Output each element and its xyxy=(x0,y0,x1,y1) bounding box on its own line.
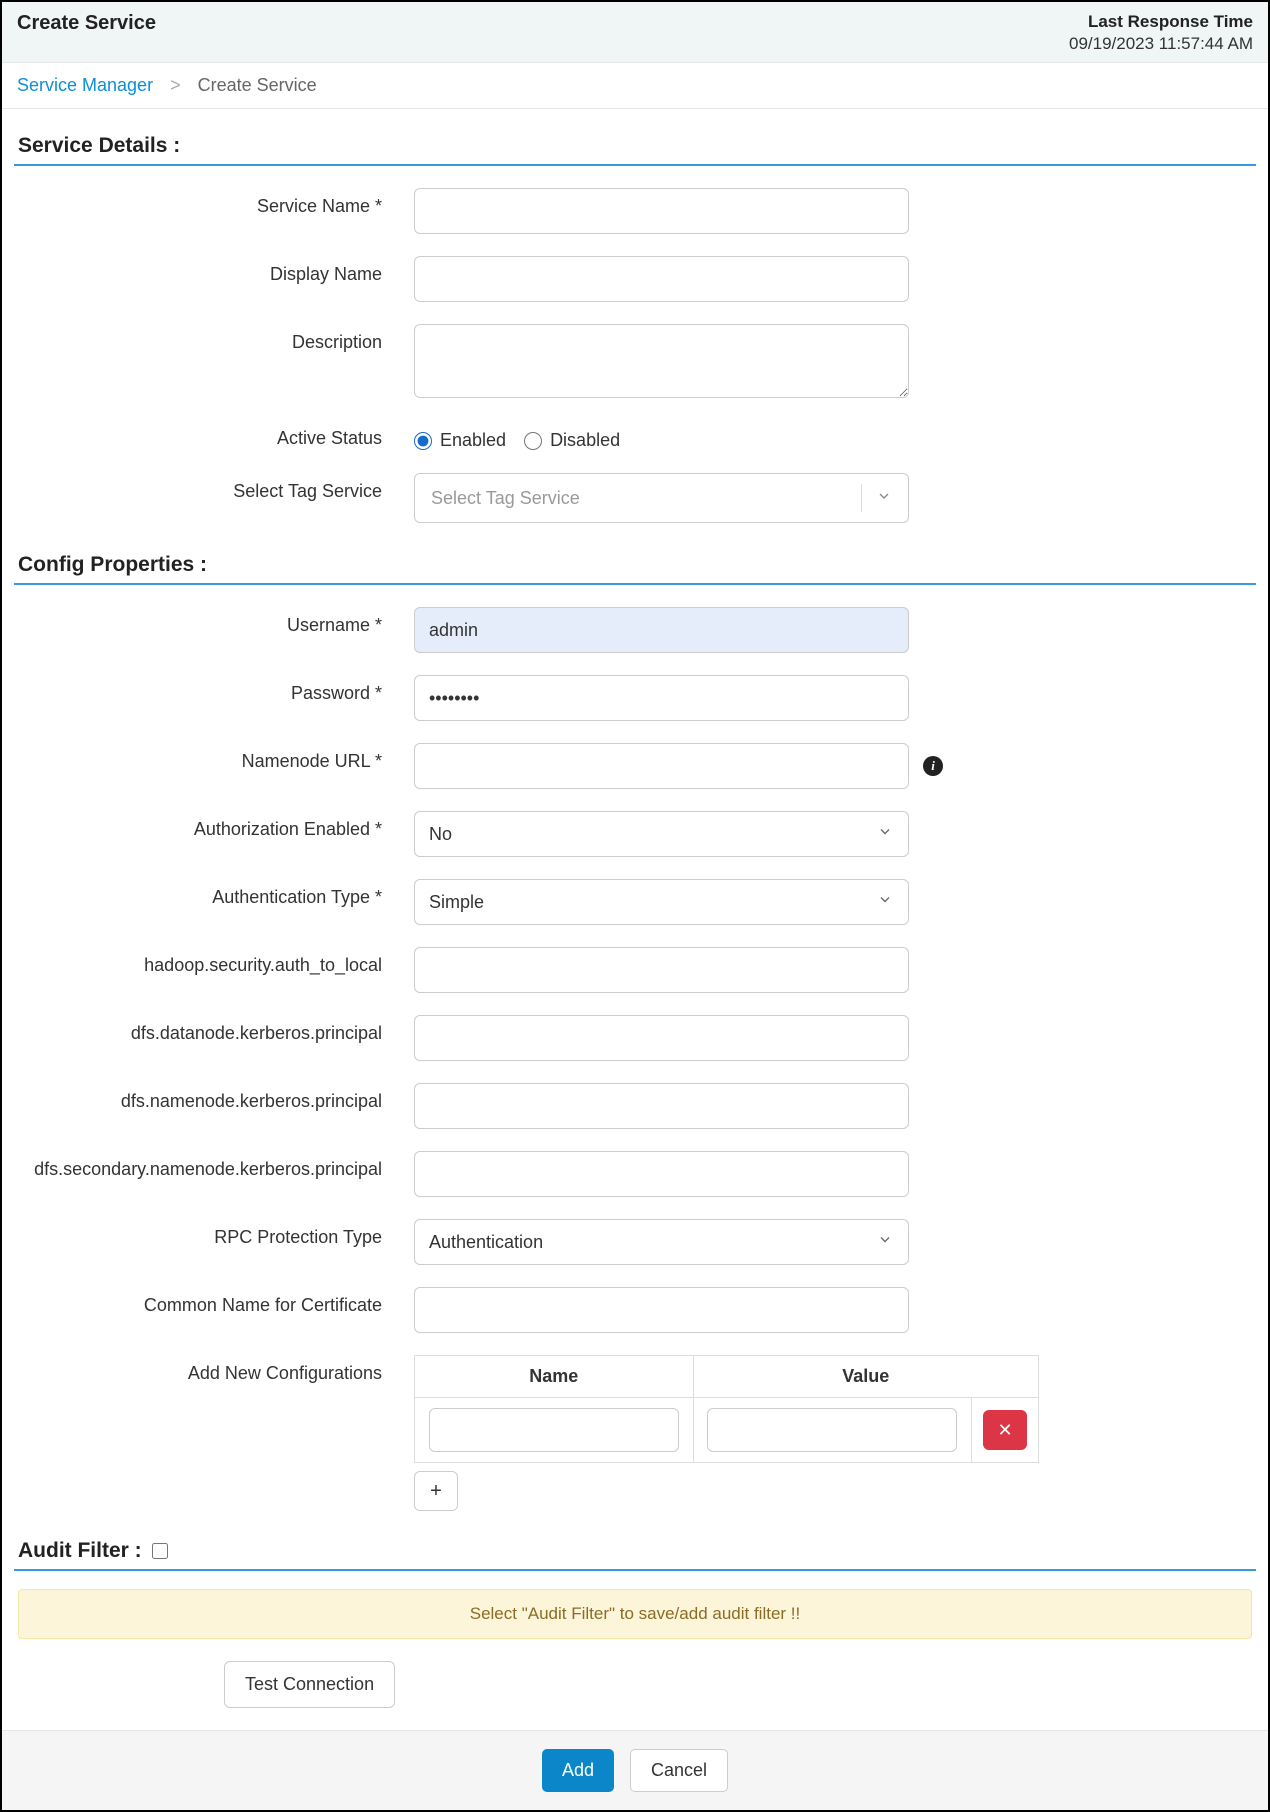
add-button[interactable]: Add xyxy=(542,1749,614,1792)
dfs-secondary-namenode-kerberos-label: dfs.secondary.namenode.kerberos.principa… xyxy=(14,1151,414,1180)
display-name-input[interactable] xyxy=(414,256,909,302)
authorization-enabled-select[interactable]: No xyxy=(414,811,909,857)
password-label: Password * xyxy=(14,675,414,704)
page-title: Create Service xyxy=(17,12,156,35)
test-connection-button[interactable]: Test Connection xyxy=(224,1661,395,1708)
description-textarea[interactable] xyxy=(414,324,909,398)
last-response-label: Last Response Time xyxy=(1069,12,1253,32)
username-input[interactable] xyxy=(414,607,909,653)
hadoop-auth-to-local-label: hadoop.security.auth_to_local xyxy=(14,947,414,976)
close-icon: ✕ xyxy=(998,1420,1013,1440)
section-config-properties: Config Properties : xyxy=(14,553,1256,585)
table-header-value: Value xyxy=(693,1356,1038,1398)
section-service-details: Service Details : xyxy=(14,134,1256,166)
chevron-right-icon: > xyxy=(170,75,181,95)
namenode-url-input[interactable] xyxy=(414,743,909,789)
chevron-down-icon xyxy=(876,488,892,509)
add-new-configs-label: Add New Configurations xyxy=(14,1355,414,1384)
description-label: Description xyxy=(14,324,414,353)
audit-filter-checkbox[interactable] xyxy=(152,1543,168,1559)
active-status-disabled-radio[interactable] xyxy=(524,432,542,450)
dfs-namenode-kerberos-label: dfs.namenode.kerberos.principal xyxy=(14,1083,414,1112)
active-status-enabled-radio[interactable] xyxy=(414,432,432,450)
hadoop-auth-to-local-input[interactable] xyxy=(414,947,909,993)
table-row: ✕ xyxy=(415,1398,1039,1463)
active-status-label: Active Status xyxy=(14,420,414,449)
last-response-block: Last Response Time 09/19/2023 11:57:44 A… xyxy=(1069,12,1253,54)
dfs-datanode-kerberos-input[interactable] xyxy=(414,1015,909,1061)
password-input[interactable] xyxy=(414,675,909,721)
new-configs-table: Name Value ✕ xyxy=(414,1355,1039,1463)
rpc-protection-type-select[interactable]: Authentication xyxy=(414,1219,909,1265)
active-status-disabled[interactable]: Disabled xyxy=(524,430,620,451)
delete-config-button[interactable]: ✕ xyxy=(983,1410,1027,1450)
rpc-protection-type-label: RPC Protection Type xyxy=(14,1219,414,1248)
dfs-namenode-kerberos-input[interactable] xyxy=(414,1083,909,1129)
section-audit-filter: Audit Filter : xyxy=(18,1539,142,1563)
breadcrumb-root-link[interactable]: Service Manager xyxy=(17,75,153,95)
breadcrumb-current: Create Service xyxy=(198,75,317,95)
username-label: Username * xyxy=(14,607,414,636)
info-icon[interactable]: i xyxy=(923,756,943,776)
page-header: Create Service Last Response Time 09/19/… xyxy=(2,2,1268,63)
add-config-button[interactable]: + xyxy=(414,1471,458,1511)
config-value-input[interactable] xyxy=(707,1408,957,1452)
select-tag-service-dropdown[interactable]: Select Tag Service xyxy=(414,473,909,523)
display-name-label: Display Name xyxy=(14,256,414,285)
config-name-input[interactable] xyxy=(429,1408,679,1452)
audit-filter-banner: Select "Audit Filter" to save/add audit … xyxy=(18,1589,1252,1639)
service-name-label: Service Name * xyxy=(14,188,414,217)
table-header-name: Name xyxy=(415,1356,694,1398)
enabled-label: Enabled xyxy=(440,430,506,451)
common-name-cert-label: Common Name for Certificate xyxy=(14,1287,414,1316)
breadcrumb: Service Manager > Create Service xyxy=(2,63,1268,109)
dfs-datanode-kerberos-label: dfs.datanode.kerberos.principal xyxy=(14,1015,414,1044)
common-name-cert-input[interactable] xyxy=(414,1287,909,1333)
disabled-label: Disabled xyxy=(550,430,620,451)
service-name-input[interactable] xyxy=(414,188,909,234)
active-status-enabled[interactable]: Enabled xyxy=(414,430,506,451)
footer-actions: Add Cancel xyxy=(2,1730,1268,1810)
select-tag-service-label: Select Tag Service xyxy=(14,473,414,502)
namenode-url-label: Namenode URL * xyxy=(14,743,414,772)
dfs-secondary-namenode-kerberos-input[interactable] xyxy=(414,1151,909,1197)
authorization-enabled-label: Authorization Enabled * xyxy=(14,811,414,840)
plus-icon: + xyxy=(430,1480,442,1502)
tag-service-placeholder: Select Tag Service xyxy=(431,488,580,509)
authentication-type-select[interactable]: Simple xyxy=(414,879,909,925)
dropdown-divider xyxy=(861,484,862,513)
authentication-type-label: Authentication Type * xyxy=(14,879,414,908)
cancel-button[interactable]: Cancel xyxy=(630,1749,728,1792)
last-response-time: 09/19/2023 11:57:44 AM xyxy=(1069,34,1253,54)
